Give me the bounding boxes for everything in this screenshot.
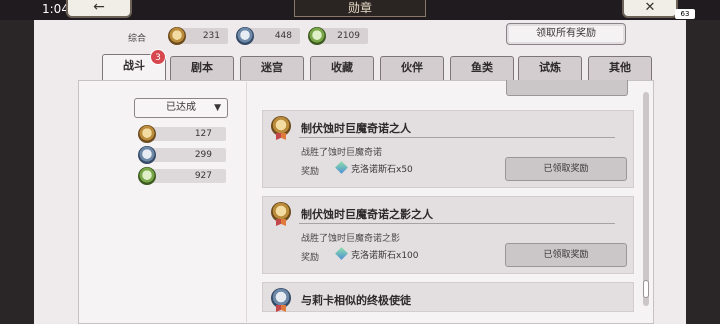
tab-maze[interactable]: 迷宫 xyxy=(240,56,304,80)
filter-selected: 已达成 xyxy=(166,102,196,113)
tab-script[interactable]: 剧本 xyxy=(170,56,234,80)
tab-collection[interactable]: 收藏 xyxy=(310,56,374,80)
achievement-card: 与莉卡相似的终极使徒 xyxy=(262,282,634,312)
back-button[interactable]: ← xyxy=(66,0,132,18)
close-button[interactable]: ✕ xyxy=(622,0,678,18)
left-border xyxy=(0,20,34,324)
claimed-button-partial xyxy=(506,80,628,96)
gold-medal-icon xyxy=(168,27,186,45)
reward-label: 奖励 xyxy=(301,167,320,177)
chronos-stone-icon xyxy=(335,161,348,174)
tab-trial[interactable]: 试炼 xyxy=(518,56,582,80)
achievement-card: 制伏蚀时巨魔奇诺之人 战胜了蚀时巨魔奇诺 奖励 克洛诺斯石x50 已领取奖励 xyxy=(262,110,634,188)
achievement-title: 与莉卡相似的终极使徒 xyxy=(301,294,411,307)
achievement-title: 制伏蚀时巨魔奇诺之影之人 xyxy=(301,208,433,221)
column-divider xyxy=(246,82,247,322)
status-time: 1:04 xyxy=(42,2,69,16)
green-medal-icon xyxy=(138,167,156,185)
reward-text: 克洛诺斯石x50 xyxy=(351,165,413,175)
green-achieved: 927 xyxy=(150,169,226,183)
tab-other[interactable]: 其他 xyxy=(588,56,652,80)
chronos-stone-icon xyxy=(335,247,348,260)
divider xyxy=(299,223,615,224)
tab-partner[interactable]: 伙伴 xyxy=(380,56,444,80)
silver-medal-icon xyxy=(271,288,291,308)
tab-badge: 3 xyxy=(150,49,166,65)
scrollbar-thumb[interactable] xyxy=(643,280,649,298)
reward-text: 克洛诺斯石x100 xyxy=(351,251,419,261)
silver-achieved: 299 xyxy=(150,148,226,162)
summary-label: 综合 xyxy=(128,34,147,44)
battery-icon: 63 xyxy=(675,9,695,19)
scrollbar-track[interactable] xyxy=(643,92,649,306)
gold-medal-icon xyxy=(271,202,291,222)
achievement-desc: 战胜了蚀时巨魔奇诺 xyxy=(301,148,383,158)
gold-achieved: 127 xyxy=(150,127,226,141)
achievement-desc: 战胜了蚀时巨魔奇诺之影 xyxy=(301,234,401,244)
achievement-title: 制伏蚀时巨魔奇诺之人 xyxy=(301,122,411,135)
silver-medal-icon xyxy=(138,146,156,164)
green-medal-icon xyxy=(308,27,326,45)
achievement-card: 制伏蚀时巨魔奇诺之影之人 战胜了蚀时巨魔奇诺之影 奖励 克洛诺斯石x100 已领… xyxy=(262,196,634,274)
claimed-button[interactable]: 已领取奖励 xyxy=(505,243,627,267)
gold-medal-icon xyxy=(138,125,156,143)
silver-medal-icon xyxy=(236,27,254,45)
claim-all-button[interactable]: 领取所有奖励 xyxy=(506,23,626,45)
divider xyxy=(299,137,615,138)
page-title: 勋章 xyxy=(294,0,426,17)
claimed-button[interactable]: 已领取奖励 xyxy=(505,157,627,181)
tab-fish[interactable]: 鱼类 xyxy=(450,56,514,80)
filter-dropdown[interactable]: 已达成 ▼ xyxy=(134,98,228,118)
gold-medal-icon xyxy=(271,116,291,136)
reward-label: 奖励 xyxy=(301,253,320,263)
chevron-down-icon: ▼ xyxy=(214,103,221,113)
right-border xyxy=(686,20,720,324)
